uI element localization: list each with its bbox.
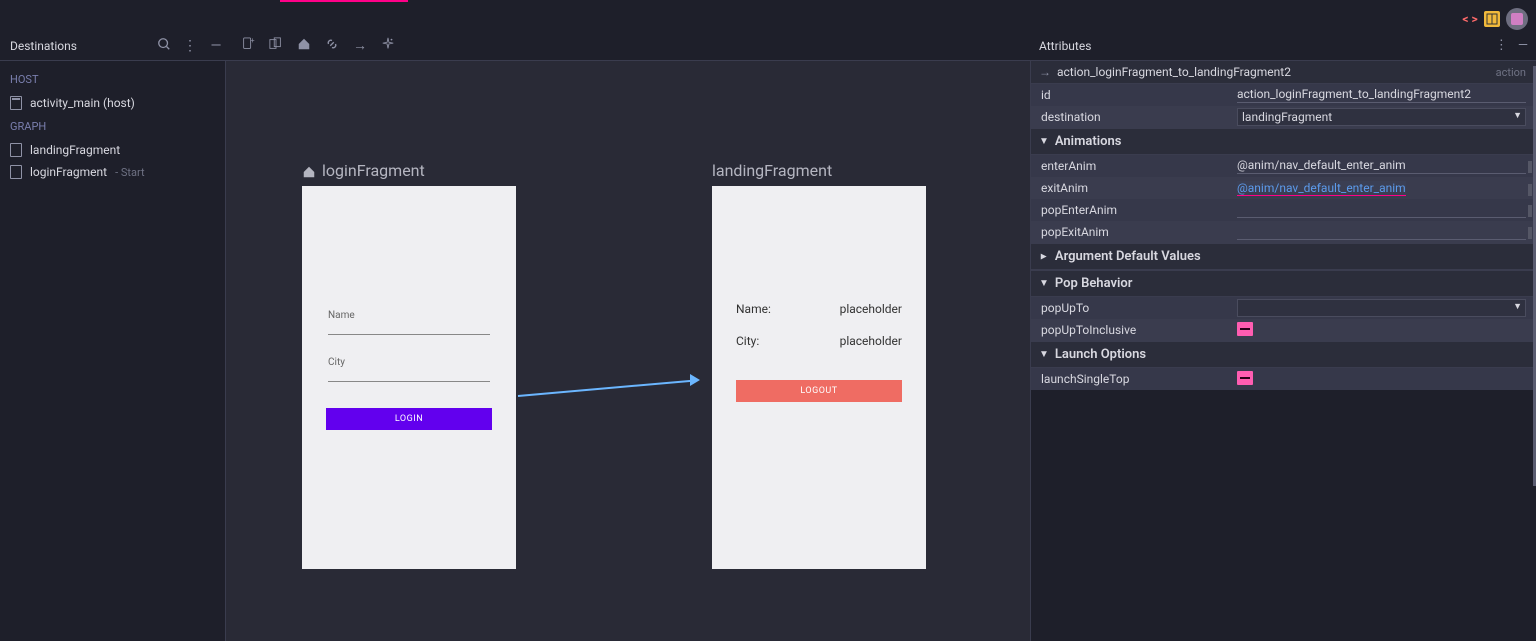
fragment-landing-title: landingFragment <box>712 161 832 180</box>
attr-popUpToInclusive-label: popUpToInclusive <box>1041 323 1237 337</box>
minimize-icon[interactable]: — <box>208 38 224 54</box>
attr-popExitAnim-label: popExitAnim <box>1041 225 1237 239</box>
login-field-city-label: City <box>328 357 490 368</box>
section-launch[interactable]: ▼ Launch Options <box>1031 341 1536 368</box>
host-item-label: activity_main (host) <box>30 96 135 110</box>
start-home-icon <box>302 164 316 178</box>
attr-popUpTo-label: popUpTo <box>1041 301 1237 315</box>
attr-popEnterAnim-label: popEnterAnim <box>1041 203 1237 217</box>
attributes-minimize-icon[interactable]: — <box>1518 38 1528 53</box>
picker-icon[interactable] <box>1528 161 1532 173</box>
attr-destination-select[interactable]: landingFragment <box>1237 108 1526 126</box>
action-arrow-head <box>690 374 700 386</box>
fragment-landing[interactable]: landingFragment Name: placeholder City: … <box>712 161 926 569</box>
attr-launchSingleTop-checkbox[interactable] <box>1237 371 1253 385</box>
attr-enterAnim-value[interactable]: @anim/nav_default_enter_anim <box>1237 158 1526 174</box>
attr-popExitAnim-value[interactable] <box>1237 224 1526 240</box>
fragment-login-title: loginFragment <box>322 161 425 180</box>
host-icon <box>10 96 22 110</box>
collapse-icon: ▼ <box>1039 349 1049 360</box>
svg-text:+: + <box>251 37 255 45</box>
landing-name-value: placeholder <box>840 302 902 316</box>
attributes-title: Attributes <box>1039 39 1091 53</box>
action-arrow-icon[interactable]: → <box>352 37 368 54</box>
action-icon: → <box>1039 65 1051 79</box>
active-tab-indicator <box>280 0 408 2</box>
attr-popUpTo-select[interactable] <box>1237 299 1526 317</box>
attributes-overflow-icon[interactable]: ⋮ <box>1495 38 1508 53</box>
host-item[interactable]: activity_main (host) <box>0 92 225 114</box>
picker-icon[interactable] <box>1528 205 1532 217</box>
attr-exitAnim-value[interactable]: @anim/nav_default_enter_anim <box>1237 181 1406 196</box>
section-animations[interactable]: ▼ Animations <box>1031 128 1536 155</box>
action-name: action_loginFragment_to_landingFragment2 <box>1057 65 1291 79</box>
fragment-icon <box>10 143 22 157</box>
attr-enterAnim-label: enterAnim <box>1041 159 1237 173</box>
split-view-icon[interactable] <box>1484 11 1500 27</box>
attr-popUpToInclusive-checkbox[interactable] <box>1237 322 1253 336</box>
start-badge: - Start <box>115 166 144 179</box>
landing-name-label: Name: <box>736 302 771 316</box>
collapse-icon: ▼ <box>1039 278 1049 289</box>
attr-id-value[interactable]: action_loginFragment_to_landingFragment2 <box>1237 87 1526 103</box>
graph-section-label: GRAPH <box>0 114 225 139</box>
fragment-icon <box>10 165 22 179</box>
collapse-icon: ▼ <box>1038 252 1049 262</box>
logout-button: LOGOUT <box>736 380 902 402</box>
login-field-name-label: Name <box>328 310 490 321</box>
nested-graph-icon[interactable] <box>268 37 284 55</box>
attr-popEnterAnim-value[interactable] <box>1237 202 1526 218</box>
fragment-login[interactable]: loginFragment Name City LOGIN <box>302 161 516 569</box>
attr-exitAnim-label: exitAnim <box>1041 181 1237 195</box>
section-argdef[interactable]: ▼ Argument Default Values <box>1031 243 1536 270</box>
action-header: → action_loginFragment_to_landingFragmen… <box>1031 61 1536 84</box>
landing-city-label: City: <box>736 334 759 348</box>
action-arrow[interactable] <box>518 379 695 397</box>
attributes-panel: Attributes ⋮ — → action_loginFragment_to… <box>1030 61 1536 641</box>
picker-icon[interactable] <box>1528 184 1532 196</box>
login-field-city <box>328 370 490 382</box>
attr-id-label: id <box>1041 88 1237 102</box>
action-type: action <box>1496 66 1526 79</box>
login-field-name <box>328 323 490 335</box>
deeplink-icon[interactable] <box>324 37 340 55</box>
graph-item-label: landingFragment <box>30 143 120 157</box>
destinations-panel: HOST activity_main (host) GRAPH landingF… <box>0 61 226 641</box>
design-view-icon[interactable] <box>1506 8 1528 30</box>
attr-launchSingleTop-label: launchSingleTop <box>1041 372 1237 386</box>
overflow-icon[interactable]: ⋮ <box>182 38 198 54</box>
host-section-label: HOST <box>0 67 225 92</box>
login-card: Name City LOGIN <box>302 186 516 569</box>
landing-city-value: placeholder <box>840 334 902 348</box>
auto-arrange-icon[interactable] <box>380 37 396 55</box>
code-view-icon[interactable]: < > <box>1462 11 1478 27</box>
nav-canvas[interactable]: loginFragment Name City LOGIN landingFra… <box>226 61 1030 641</box>
new-destination-icon[interactable]: + <box>240 37 256 55</box>
picker-icon[interactable] <box>1528 227 1532 239</box>
home-icon[interactable] <box>296 37 312 55</box>
landing-card: Name: placeholder City: placeholder LOGO… <box>712 186 926 569</box>
graph-item-label: loginFragment <box>30 165 107 179</box>
collapse-icon: ▼ <box>1039 136 1049 147</box>
login-button: LOGIN <box>326 408 492 430</box>
attr-destination-label: destination <box>1041 110 1237 124</box>
search-icon[interactable] <box>156 37 172 55</box>
graph-item-landing[interactable]: landingFragment <box>0 139 225 161</box>
section-pop[interactable]: ▼ Pop Behavior <box>1031 270 1536 297</box>
graph-item-login[interactable]: loginFragment - Start <box>0 161 225 183</box>
